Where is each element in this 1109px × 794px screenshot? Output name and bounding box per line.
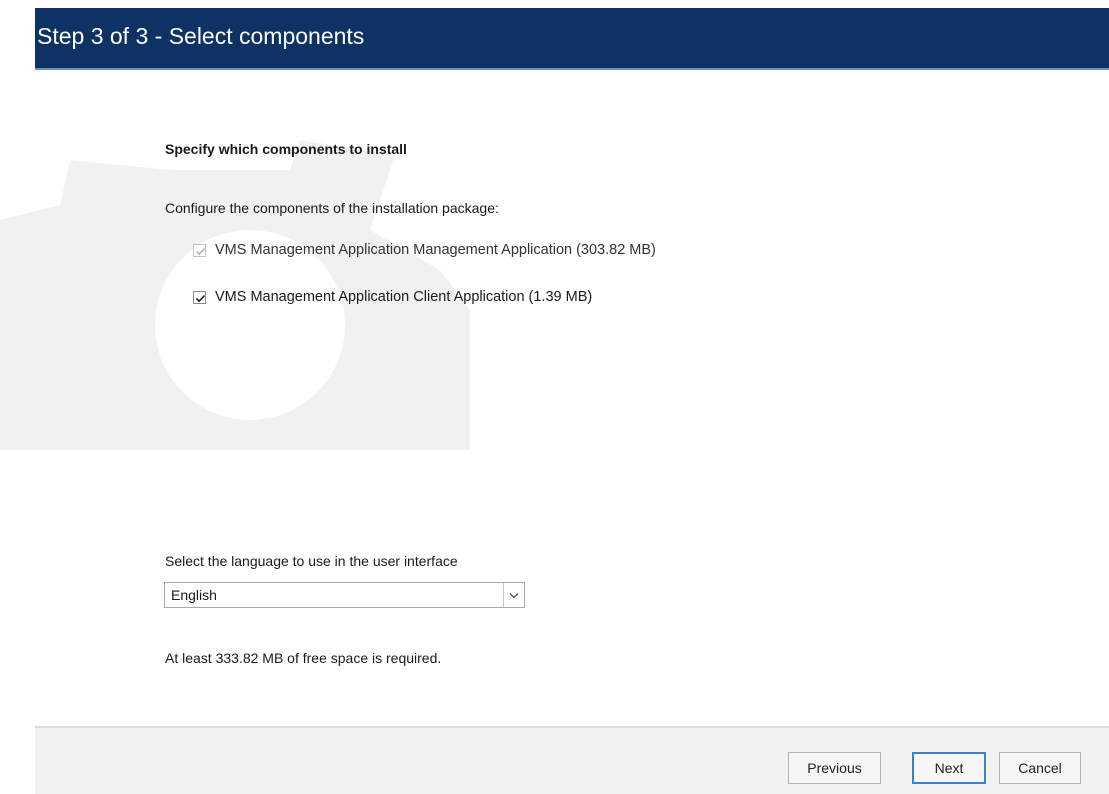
component-management-app-label: VMS Management Application Management Ap… — [215, 242, 656, 258]
checkmark-icon — [195, 247, 206, 255]
language-label: Select the language to use in the user i… — [165, 553, 458, 569]
installer-window: Step 3 of 3 - Select components Specify … — [0, 0, 1109, 794]
component-management-app: VMS Management Application Management Ap… — [193, 242, 656, 258]
component-management-app-checkbox — [193, 243, 206, 257]
next-button[interactable]: Next — [912, 752, 986, 784]
section-title: Specify which components to install — [165, 141, 407, 157]
language-select-value: English — [171, 587, 217, 603]
previous-button[interactable]: Previous — [788, 752, 881, 784]
chevron-down-icon[interactable] — [503, 583, 524, 607]
component-client-app-checkbox[interactable] — [193, 290, 206, 304]
space-requirement-note: At least 333.82 MB of free space is requ… — [165, 650, 442, 666]
language-select[interactable]: English — [164, 582, 525, 608]
button-bar: Previous Next Cancel — [35, 726, 1109, 794]
config-label: Configure the components of the installa… — [165, 200, 499, 216]
component-client-app-label[interactable]: VMS Management Application Client Applic… — [215, 289, 592, 305]
content-area: Specify which components to install Conf… — [0, 0, 1109, 726]
component-client-app[interactable]: VMS Management Application Client Applic… — [193, 289, 592, 305]
cancel-button[interactable]: Cancel — [999, 752, 1081, 784]
checkmark-icon — [195, 294, 206, 302]
